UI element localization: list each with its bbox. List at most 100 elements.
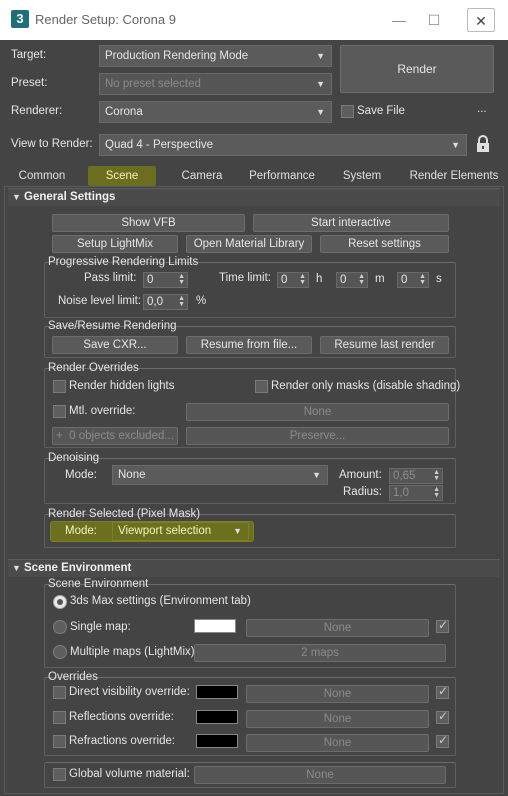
radius-label: Radius: — [343, 486, 382, 498]
progressive-limits-group — [44, 262, 456, 318]
chevron-down-icon: ▼ — [312, 470, 321, 480]
env-multiple-label: Multiple maps (LightMix): — [70, 646, 198, 658]
env-3ds-label: 3ds Max settings (Environment tab) — [70, 595, 251, 607]
save-cxr-button[interactable]: Save CXR... — [52, 336, 178, 354]
tab-scene[interactable]: Scene — [88, 166, 156, 186]
open-material-library-button[interactable]: Open Material Library — [186, 235, 312, 253]
pass-limit-label: Pass limit: — [84, 272, 137, 284]
single-map-slot[interactable]: None — [246, 619, 429, 637]
chevron-down-icon: ▼ — [316, 107, 325, 117]
spinner-arrows-icon: ▲ ▼ — [178, 273, 185, 286]
multiple-maps-button[interactable]: 2 maps — [194, 644, 446, 662]
renderer-label: Renderer: — [11, 105, 63, 117]
spinner-arrows-icon: ▲ ▼ — [178, 295, 185, 308]
more-options-button[interactable]: ... — [477, 103, 487, 115]
target-dropdown[interactable]: Production Rendering Mode ▼ — [99, 45, 332, 67]
denoising-mode-label: Mode: — [65, 469, 97, 481]
render-button[interactable]: Render — [340, 45, 494, 93]
time-hours-spinner[interactable]: 0 ▲ ▼ — [277, 272, 309, 288]
pixel-mask-mode-label: Mode: — [65, 525, 97, 537]
only-masks-checkbox[interactable] — [255, 380, 268, 393]
reflections-checkbox[interactable] — [53, 711, 66, 724]
minimize-icon[interactable]: — — [385, 8, 413, 32]
time-seconds-spinner[interactable]: 0 ▲ ▼ — [397, 272, 429, 288]
target-label: Target: — [11, 49, 47, 61]
env-multiple-radio[interactable] — [53, 645, 67, 659]
denoising-title: Denoising — [48, 452, 100, 464]
tab-system[interactable]: System — [336, 166, 388, 186]
global-volume-slot[interactable]: None — [194, 766, 446, 784]
single-map-color-swatch[interactable] — [194, 619, 236, 633]
refractions-label: Refractions override: — [69, 735, 176, 747]
amount-spinner[interactable]: 0,65 ▲ ▼ — [389, 468, 443, 484]
reflections-slot[interactable]: None — [246, 710, 429, 728]
reset-settings-button[interactable]: Reset settings — [320, 235, 449, 253]
show-vfb-button[interactable]: Show VFB — [52, 214, 245, 232]
env-single-radio[interactable] — [53, 620, 67, 634]
tab-camera[interactable]: Camera — [174, 166, 230, 186]
global-volume-checkbox[interactable] — [53, 768, 66, 781]
mtl-override-checkbox[interactable] — [53, 405, 66, 418]
pixel-mask-mode-dropdown[interactable]: Viewport selection ▼ — [112, 522, 249, 541]
mtl-override-slot[interactable]: None — [186, 403, 449, 421]
view-to-render-label: View to Render: — [11, 138, 93, 150]
spinner-arrows-icon: ▲ ▼ — [299, 273, 306, 286]
start-interactive-button[interactable]: Start interactive — [253, 214, 449, 232]
denoising-mode-dropdown[interactable]: None ▼ — [112, 465, 328, 485]
direct-visibility-enable-checkbox[interactable] — [436, 684, 449, 699]
minutes-unit: m — [375, 273, 385, 285]
noise-level-label: Noise level limit: — [58, 295, 142, 307]
single-map-enable-checkbox[interactable] — [436, 618, 449, 633]
pass-limit-value: 0 — [147, 274, 154, 286]
general-settings-title: General Settings — [24, 191, 116, 203]
scene-environment-header[interactable]: ▼ Scene Environment — [8, 559, 500, 577]
time-limit-label: Time limit: — [219, 272, 271, 284]
hidden-lights-checkbox[interactable] — [53, 380, 66, 393]
noise-level-spinner[interactable]: 0,0 ▲ ▼ — [143, 294, 188, 310]
radius-spinner[interactable]: 1,0 ▲ ▼ — [389, 485, 443, 501]
preserve-button[interactable]: Preserve... — [186, 427, 449, 445]
excluded-objects-button[interactable]: + 0 objects excluded... — [52, 427, 178, 445]
mtl-override-label: Mtl. override: — [69, 405, 136, 417]
refractions-swatch[interactable] — [196, 734, 238, 748]
view-to-render-value: Quad 4 - Perspective — [105, 139, 214, 151]
close-icon[interactable]: ✕ — [467, 8, 495, 32]
env-overrides-title: Overrides — [48, 671, 98, 683]
reflections-swatch[interactable] — [196, 710, 238, 724]
view-to-render-dropdown[interactable]: Quad 4 - Perspective ▼ — [99, 134, 467, 156]
preset-placeholder: No preset selected — [105, 78, 201, 90]
reflections-enable-checkbox[interactable] — [436, 709, 449, 724]
direct-visibility-swatch[interactable] — [196, 685, 238, 699]
general-settings-header[interactable]: ▼ General Settings — [8, 188, 500, 206]
radius-value: 1,0 — [393, 487, 409, 499]
tab-performance[interactable]: Performance — [246, 166, 318, 186]
refractions-enable-checkbox[interactable] — [436, 733, 449, 748]
lock-icon[interactable] — [476, 135, 490, 153]
scene-environment-group-title: Scene Environment — [48, 578, 149, 590]
env-3ds-radio[interactable] — [53, 595, 67, 609]
tab-render-elements[interactable]: Render Elements — [406, 166, 502, 186]
chevron-down-icon: ▼ — [316, 51, 325, 61]
resume-from-file-button[interactable]: Resume from file... — [186, 336, 312, 354]
global-volume-label: Global volume material: — [69, 768, 190, 780]
title-bar: 3 Render Setup: Corona 9 — ☐ ✕ — [0, 0, 508, 40]
noise-unit: % — [196, 295, 207, 307]
resume-last-render-button[interactable]: Resume last render — [320, 336, 449, 354]
preset-dropdown[interactable]: No preset selected ▼ — [99, 73, 332, 95]
refractions-checkbox[interactable] — [53, 735, 66, 748]
save-file-checkbox[interactable] — [341, 105, 354, 118]
refractions-slot[interactable]: None — [246, 734, 429, 752]
save-resume-title: Save/Resume Rendering — [48, 320, 177, 332]
time-minutes-spinner[interactable]: 0 ▲ ▼ — [336, 272, 368, 288]
spinner-arrows-icon: ▲ ▼ — [433, 486, 440, 499]
direct-visibility-slot[interactable]: None — [246, 685, 429, 703]
tab-common[interactable]: Common — [13, 166, 71, 186]
maximize-icon[interactable]: ☐ — [420, 8, 448, 32]
pixel-mask-mode-value: Viewport selection — [118, 525, 212, 537]
direct-visibility-checkbox[interactable] — [53, 686, 66, 699]
pass-limit-spinner[interactable]: 0 ▲ ▼ — [143, 272, 188, 288]
setup-lightmix-button[interactable]: Setup LightMix — [52, 235, 178, 253]
renderer-dropdown[interactable]: Corona ▼ — [99, 101, 332, 123]
collapse-triangle-icon: ▼ — [12, 192, 21, 202]
progressive-limits-title: Progressive Rendering Limits — [48, 256, 199, 268]
